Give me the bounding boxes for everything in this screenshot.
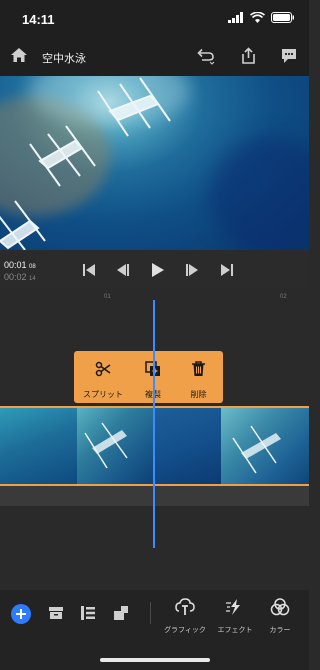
- archive-icon[interactable]: [48, 605, 64, 621]
- graphics-label: グラフィック: [164, 627, 206, 634]
- app-bar: 空中水泳: [0, 38, 309, 76]
- play-icon[interactable]: [148, 261, 166, 279]
- effects-tool[interactable]: エフェクト: [210, 598, 260, 635]
- project-title[interactable]: 空中水泳: [42, 50, 86, 66]
- skip-to-end-icon[interactable]: [218, 261, 236, 279]
- color-label: カラー: [269, 627, 291, 634]
- share-icon[interactable]: [240, 47, 257, 65]
- status-icons: [228, 12, 295, 23]
- home-indicator[interactable]: [100, 658, 210, 662]
- step-forward-icon[interactable]: [183, 261, 201, 279]
- clip-thumbnail: [221, 408, 309, 484]
- total-frames: 14: [29, 276, 36, 282]
- feedback-icon[interactable]: [280, 47, 298, 65]
- undo-icon[interactable]: [196, 47, 216, 65]
- graphics-tool[interactable]: グラフィック: [160, 598, 210, 635]
- boat-image: [84, 422, 128, 469]
- boat-image: [0, 77, 171, 250]
- plus-icon: [16, 609, 26, 619]
- scissors-icon: [95, 361, 111, 377]
- color-tool[interactable]: カラー: [255, 598, 305, 635]
- graphics-icon: [175, 598, 195, 615]
- aspect-ratio-icon[interactable]: [113, 605, 129, 621]
- clip-thumbnail: [0, 408, 77, 484]
- video-clip[interactable]: [0, 406, 309, 486]
- delete-button[interactable]: 削除: [174, 351, 223, 403]
- trash-icon: [192, 361, 205, 376]
- split-button[interactable]: スプリット: [74, 351, 132, 403]
- ruler-mark: 01: [104, 294, 111, 300]
- current-timecode: 00:01 08: [4, 260, 36, 270]
- effects-label: エフェクト: [217, 627, 253, 634]
- color-icon: [270, 598, 290, 616]
- clip-thumbnail: [154, 408, 221, 484]
- signal-icon: [228, 12, 243, 23]
- boat-image: [232, 425, 281, 474]
- current-time: 00:01: [4, 260, 27, 270]
- add-media-button[interactable]: [11, 604, 31, 624]
- wifi-icon: [250, 12, 265, 23]
- tracks-icon[interactable]: [80, 605, 96, 621]
- clip-context-menu: スプリット 複製 削除: [74, 351, 223, 403]
- delete-label: 削除: [190, 390, 207, 399]
- step-back-icon[interactable]: [114, 261, 132, 279]
- total-time: 00:02: [4, 272, 27, 282]
- video-preview[interactable]: [0, 76, 309, 250]
- status-time: 14:11: [22, 12, 55, 27]
- skip-to-start-icon[interactable]: [80, 261, 98, 279]
- toolbar-divider: [150, 602, 151, 624]
- clip-thumbnail: [77, 408, 154, 484]
- playhead[interactable]: [153, 300, 155, 548]
- split-label: スプリット: [83, 390, 123, 399]
- home-icon[interactable]: [10, 47, 28, 63]
- current-frames: 08: [29, 264, 36, 270]
- effects-icon: [226, 599, 240, 615]
- total-timecode: 00:02 14: [4, 272, 36, 282]
- ruler-mark: 02: [280, 294, 287, 300]
- audio-track[interactable]: [0, 486, 309, 506]
- battery-icon: [271, 12, 294, 23]
- status-bar: 14:11: [0, 0, 309, 38]
